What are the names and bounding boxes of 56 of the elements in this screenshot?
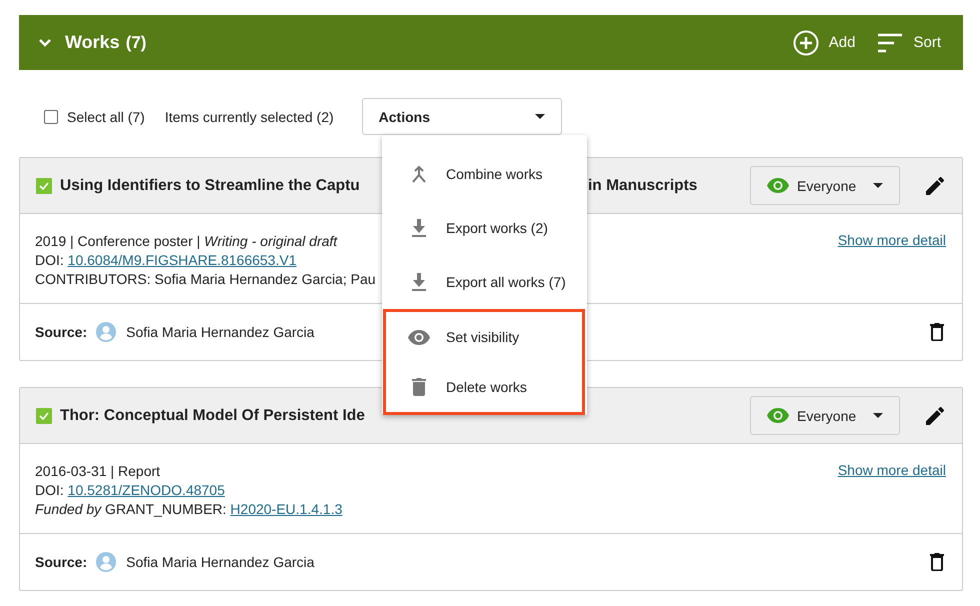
work-detail: Funded by GRANT_NUMBER: H2020-EU.1.4.1.3 bbox=[35, 500, 342, 519]
actions-dropdown[interactable]: Actions bbox=[362, 98, 562, 135]
user-avatar-icon bbox=[96, 552, 116, 572]
show-more-link[interactable]: Show more detail bbox=[838, 462, 946, 478]
source-label: Source: bbox=[35, 554, 88, 570]
eye-icon bbox=[767, 408, 789, 423]
sort-button[interactable]: Sort bbox=[877, 32, 941, 52]
chevron-down-icon[interactable] bbox=[39, 38, 51, 46]
merge-icon bbox=[411, 165, 427, 183]
edit-icon[interactable] bbox=[926, 176, 944, 194]
trash-icon bbox=[412, 378, 426, 396]
user-avatar-icon bbox=[96, 322, 116, 342]
checkbox[interactable] bbox=[36, 408, 52, 424]
download-icon bbox=[412, 273, 426, 291]
add-button[interactable]: Add bbox=[792, 30, 856, 56]
menu-item[interactable]: Export all works (7) bbox=[382, 255, 587, 309]
source-name: Sofia Maria Hernandez Garcia bbox=[126, 554, 314, 570]
selection-info: Items currently selected (2) bbox=[164, 108, 334, 124]
menu-item[interactable]: Combine works bbox=[382, 147, 587, 201]
select-all-label[interactable]: Select all (7) bbox=[67, 108, 145, 124]
source-label: Source: bbox=[35, 324, 88, 340]
link[interactable]: H2020-EU.1.4.1.3 bbox=[230, 501, 342, 517]
download-icon bbox=[412, 219, 426, 237]
work-detail: DOI: 10.6084/M9.FIGSHARE.8166653.V1 bbox=[35, 251, 298, 270]
source-name: Sofia Maria Hernandez Garcia bbox=[126, 324, 314, 340]
work-detail: 2016-03-31 | Report bbox=[35, 462, 162, 481]
trash-icon[interactable] bbox=[930, 323, 944, 341]
menu-item[interactable]: Export works (2) bbox=[382, 201, 587, 255]
check-icon bbox=[39, 182, 49, 190]
check-icon bbox=[39, 412, 49, 420]
caret-icon bbox=[873, 183, 883, 188]
eye-icon bbox=[767, 178, 789, 193]
caret-icon bbox=[534, 114, 545, 119]
checkbox[interactable] bbox=[36, 178, 52, 194]
visibility-dropdown[interactable]: Everyone bbox=[750, 396, 900, 435]
trash-icon[interactable] bbox=[930, 553, 944, 571]
checkbox[interactable] bbox=[44, 110, 58, 124]
menu-item[interactable]: Delete works bbox=[386, 362, 582, 412]
sort-icon bbox=[877, 32, 904, 52]
link[interactable]: 10.5281/ZENODO.48705 bbox=[68, 482, 225, 498]
eye-icon bbox=[408, 330, 430, 344]
work-detail: 2019 | Conference poster | Writing - original draft bbox=[35, 232, 338, 251]
work-title: Thor: Conceptual Model Of Persistent Ide bbox=[60, 406, 366, 424]
menu-item[interactable]: Set visibility bbox=[386, 312, 582, 362]
section-count: (7) bbox=[126, 32, 146, 52]
work-detail: DOI: 10.5281/ZENODO.48705 bbox=[35, 481, 226, 500]
work-title: Using Identifiers to Streamline the Captu bbox=[60, 176, 361, 194]
caret-icon bbox=[873, 413, 883, 418]
show-more-link[interactable]: Show more detail bbox=[838, 232, 946, 248]
section-title: Works bbox=[65, 32, 120, 53]
work-detail: CONTRIBUTORS: Sofia Maria Hernandez Garcia; Pau bbox=[35, 270, 376, 289]
link[interactable]: 10.6084/M9.FIGSHARE.8166653.V1 bbox=[68, 252, 296, 268]
visibility-dropdown[interactable]: Everyone bbox=[750, 166, 900, 205]
add-icon bbox=[792, 30, 819, 56]
work-title: in Manuscripts bbox=[588, 176, 698, 194]
edit-icon[interactable] bbox=[926, 406, 944, 424]
